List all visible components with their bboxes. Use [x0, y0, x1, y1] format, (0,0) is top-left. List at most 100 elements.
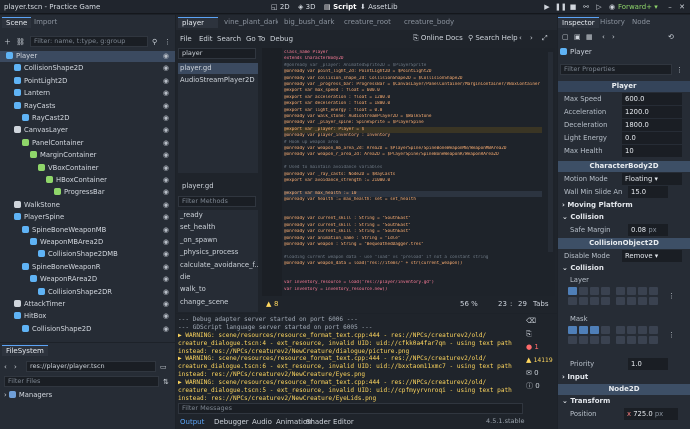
layer-bit-cell[interactable]: [601, 287, 610, 295]
filter-files-input[interactable]: Filter Files: [4, 376, 159, 387]
scene-node[interactable]: ProgressBar ◉: [0, 187, 175, 198]
section-transform[interactable]: ⌄ Transform: [562, 396, 690, 407]
filter-properties-input[interactable]: Filter Properties: [560, 64, 672, 75]
layer-bit-cell[interactable]: [568, 297, 577, 305]
workspace-3d[interactable]: ◈ 3D: [298, 2, 315, 12]
link-icon[interactable]: ⛓: [16, 37, 25, 47]
scene-node[interactable]: RayCast2D ◉: [0, 113, 175, 124]
stop-icon[interactable]: ■: [568, 2, 578, 12]
scene-menu-icon[interactable]: ⋮: [164, 37, 171, 47]
motion-mode-select[interactable]: Floating ▾: [622, 173, 682, 185]
layer-bit-cell[interactable]: [579, 287, 588, 295]
minimize-icon[interactable]: –: [665, 2, 675, 12]
scene-node[interactable]: MarginContainer ◉: [0, 150, 175, 161]
layer-bit-cell[interactable]: [627, 336, 636, 344]
visibility-eye-icon[interactable]: ◉: [163, 225, 169, 236]
workspace-assetlib[interactable]: ⬇ AssetLib: [360, 2, 398, 12]
bottom-tab[interactable]: Output: [180, 417, 204, 427]
script-tab[interactable]: creature_body: [400, 17, 458, 28]
layer-bit-cell[interactable]: [649, 297, 658, 305]
history-back-icon[interactable]: ‹: [602, 32, 605, 42]
layer-bit-cell[interactable]: [579, 326, 588, 334]
layer-bit-cell[interactable]: [649, 326, 658, 334]
scene-node[interactable]: VBoxContainer ◉: [0, 163, 175, 174]
scene-node[interactable]: RayCasts ◉: [0, 101, 175, 112]
visibility-eye-icon[interactable]: ◉: [163, 187, 169, 198]
scene-node[interactable]: SpineBoneWeaponR ◉: [0, 262, 175, 273]
play-icon[interactable]: ▶: [542, 2, 552, 12]
property-value-input[interactable]: 1200.0: [622, 106, 682, 118]
layer-grid[interactable]: ⋮: [568, 287, 678, 307]
scene-node[interactable]: PlayerSpine ◉: [0, 212, 175, 223]
warning-icon[interactable]: ▲: [266, 298, 271, 311]
method-list-item[interactable]: _ready: [178, 210, 258, 221]
scripts-filter-input[interactable]: player: [178, 48, 256, 59]
menu-item[interactable]: Debug: [270, 34, 293, 44]
new-resource-icon[interactable]: ▢: [562, 32, 569, 42]
script-list-item[interactable]: player.gd: [178, 63, 258, 74]
pause-icon[interactable]: ❚❚: [555, 2, 567, 12]
method-list-item[interactable]: _on_spawn: [178, 235, 258, 246]
layer-bit-cell[interactable]: [627, 287, 636, 295]
copy-output-icon[interactable]: ⎘: [526, 329, 532, 339]
visibility-eye-icon[interactable]: ◉: [163, 262, 169, 273]
layer-menu-icon[interactable]: ⋮: [668, 330, 675, 340]
scene-node[interactable]: HBoxContainer ◉: [0, 175, 175, 186]
layer-bit-cell[interactable]: [601, 336, 610, 344]
visibility-eye-icon[interactable]: ◉: [163, 76, 169, 87]
section-moving-platform[interactable]: › Moving Platform: [562, 200, 690, 211]
split-view-icon[interactable]: ▭: [160, 362, 167, 372]
layer-bit-cell[interactable]: [627, 326, 636, 334]
workspace-script[interactable]: ▤ Script: [324, 2, 356, 12]
minimap-scrollbar[interactable]: [548, 52, 553, 252]
visibility-eye-icon[interactable]: ◉: [163, 311, 169, 322]
tab-history[interactable]: History: [596, 17, 629, 28]
method-list-item[interactable]: walk_to: [178, 284, 258, 295]
scene-node[interactable]: HitBox ◉: [0, 311, 175, 322]
visibility-eye-icon[interactable]: ◉: [163, 150, 169, 161]
method-list-item[interactable]: set_health: [178, 222, 258, 233]
search-help-button[interactable]: ⚲ Search Help: [468, 33, 518, 43]
scene-node[interactable]: Player ◉: [0, 51, 175, 62]
scene-node[interactable]: SpineBoneWeaponMB ◉: [0, 225, 175, 236]
layer-bit-cell[interactable]: [616, 336, 625, 344]
layer-bit-cell[interactable]: [590, 297, 599, 305]
layer-bit-cell[interactable]: [568, 326, 577, 334]
layer-bit-cell[interactable]: [590, 326, 599, 334]
folder-managers[interactable]: › Managers: [4, 390, 52, 401]
section-player[interactable]: Player: [558, 81, 690, 92]
methods-filter-input[interactable]: Filter Methods: [178, 196, 256, 207]
object-history-icon[interactable]: ⟲: [668, 32, 674, 42]
clear-output-icon[interactable]: ⌫: [526, 316, 536, 326]
visibility-eye-icon[interactable]: ◉: [163, 51, 169, 62]
layer-bit-cell[interactable]: [579, 297, 588, 305]
property-value-input[interactable]: 10: [622, 145, 682, 157]
renderer-select[interactable]: Forward+ ▾: [618, 2, 658, 12]
scene-filter-input[interactable]: Filter: name, t:type, g:group: [30, 36, 148, 47]
visibility-eye-icon[interactable]: ◉: [163, 212, 169, 223]
property-value-input[interactable]: 600.0: [622, 93, 682, 105]
script-tab[interactable]: player: [178, 17, 218, 28]
back-icon[interactable]: ‹: [4, 362, 7, 372]
close-icon[interactable]: ✕: [677, 2, 687, 12]
messages-toggle[interactable]: ✉ 0: [526, 368, 539, 378]
visibility-eye-icon[interactable]: ◉: [163, 175, 169, 186]
section-input[interactable]: › Input: [562, 372, 690, 383]
bottom-tab[interactable]: Debugger: [214, 417, 249, 427]
scene-node[interactable]: CollisionShape2D ◉: [0, 324, 175, 335]
inspector-menu-icon[interactable]: ⋮: [676, 65, 683, 75]
scene-node[interactable]: WeaponRArea2D ◉: [0, 274, 175, 285]
safe-margin-input[interactable]: 0.08 px: [628, 224, 668, 236]
layer-bit-cell[interactable]: [590, 287, 599, 295]
filter-options-icon[interactable]: ⚲: [152, 37, 157, 47]
layer-bit-cell[interactable]: [616, 297, 625, 305]
forward-icon[interactable]: ›: [14, 362, 17, 372]
visibility-eye-icon[interactable]: ◉: [163, 163, 169, 174]
menu-item[interactable]: File: [180, 34, 192, 44]
scene-node[interactable]: WeaponMBArea2D ◉: [0, 237, 175, 248]
add-node-icon[interactable]: ＋: [4, 37, 11, 47]
workspace-2d[interactable]: ◱ 2D: [271, 2, 290, 12]
layer-bit-cell[interactable]: [616, 326, 625, 334]
property-value-input[interactable]: 1800.0: [622, 119, 682, 131]
menu-item[interactable]: Search: [217, 34, 241, 44]
